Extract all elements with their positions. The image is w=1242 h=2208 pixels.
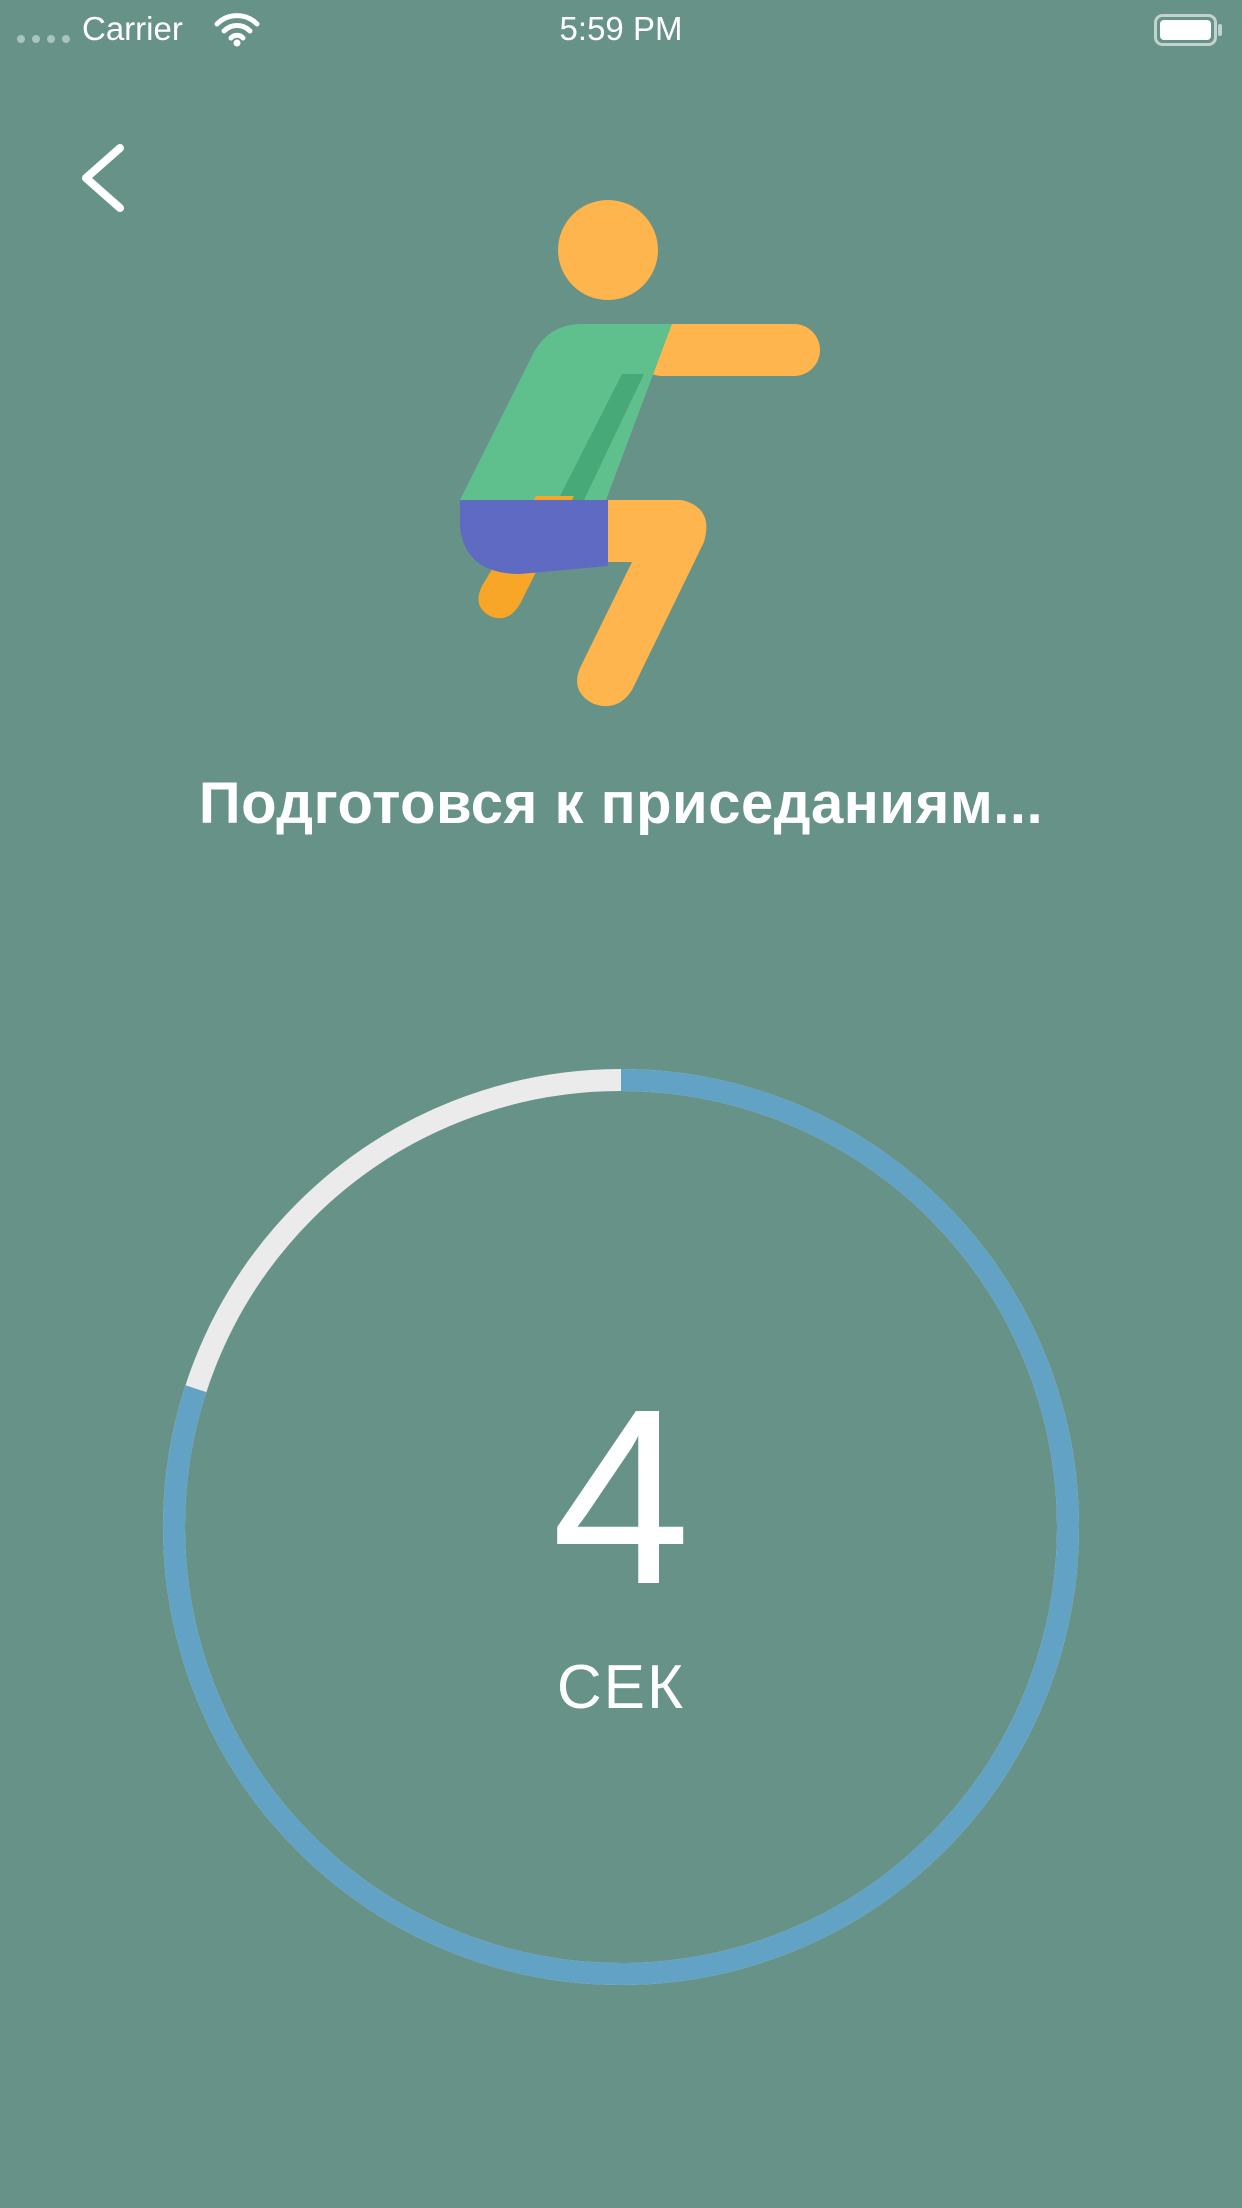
chevron-left-icon[interactable] (72, 138, 142, 218)
squat-figure-icon (460, 200, 820, 707)
battery-icon (1154, 14, 1222, 46)
countdown-seconds: 4 (551, 1357, 691, 1636)
status-time: 5:59 PM (559, 10, 683, 47)
exercise-prompt: Подготовся к приседаниям... (198, 771, 1044, 836)
status-bar: Carrier 5:59 PM (0, 0, 1242, 60)
countdown-unit-label: СЕК (556, 1653, 686, 1722)
